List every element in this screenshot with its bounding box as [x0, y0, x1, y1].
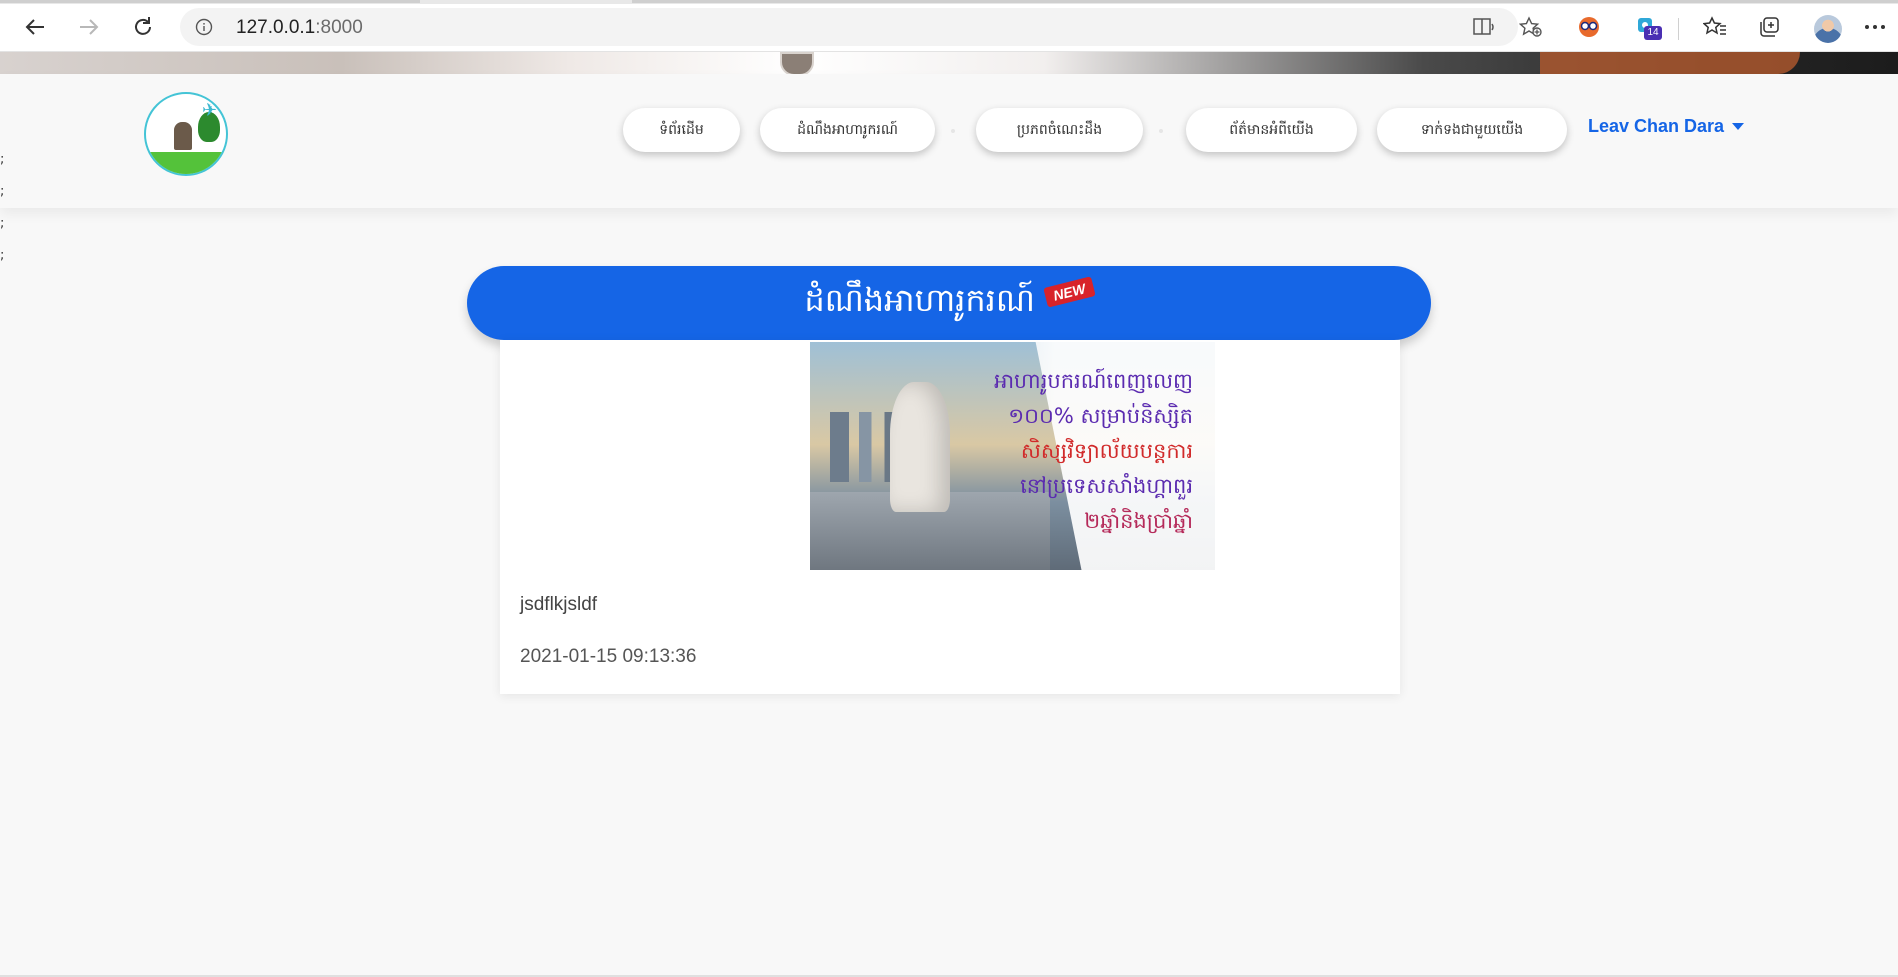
- stray-semicolon: ;: [0, 152, 5, 167]
- more-menu-icon[interactable]: [1858, 10, 1892, 44]
- section-title: ដំណឹងអាហារូករណ៍: [804, 280, 1035, 319]
- post-date: 2021-01-15 09:13:36: [520, 646, 697, 667]
- extension-glasses-icon[interactable]: [1572, 10, 1606, 44]
- url-text: 127.0.0.1:8000: [236, 17, 363, 38]
- nav-contact-label: ទាក់ទងជាមួយយើង: [1420, 121, 1524, 138]
- scholarship-image[interactable]: អាហារូបករណ៍ពេញលេញ ១០០% សម្រាប់និស្សិត សិ…: [810, 342, 1215, 570]
- nav-scholarship-label: ដំណឹងអាហារូករណ៍: [797, 121, 898, 138]
- extension-badge: 14: [1644, 26, 1662, 40]
- profile-avatar[interactable]: [1814, 15, 1842, 43]
- image-statue: [890, 382, 950, 512]
- stray-text: ; ; ; ;: [0, 144, 4, 272]
- stray-semicolon: ;: [0, 216, 5, 231]
- nav-separator: [1159, 129, 1163, 133]
- stray-semicolon: ;: [0, 184, 5, 199]
- nav-knowledge-sources[interactable]: ប្រភពចំណេះដឹង: [976, 108, 1143, 152]
- caret-down-icon: [1732, 122, 1745, 130]
- logo-grass: [146, 152, 226, 174]
- tab-edge-active[interactable]: [632, 0, 1898, 3]
- new-badge: NEW: [1043, 276, 1096, 308]
- header-background-image: [0, 52, 1898, 74]
- nav-about-us[interactable]: ព័ត៌មានអំពីយើង: [1186, 108, 1357, 152]
- back-arrow-icon[interactable]: [18, 10, 52, 44]
- add-favorite-icon[interactable]: [1516, 12, 1546, 42]
- section-header: ដំណឹងអាហារូករណ៍ NEW: [467, 266, 1431, 340]
- nav-knowledge-label: ប្រភពចំណេះដឹង: [1016, 121, 1103, 138]
- scholarship-card[interactable]: អាហារូបករណ៍ពេញលេញ ១០០% សម្រាប់និស្សិត សិ…: [500, 340, 1400, 694]
- promo-line: ១០០% សម្រាប់និស្សិត: [1008, 404, 1193, 428]
- stray-semicolon: ;: [0, 248, 5, 263]
- site-navbar: ✈ ទំព័រដើម ដំណឹងអាហារូករណ៍ ប្រភពចំណេះដឹង…: [0, 74, 1898, 208]
- nav-home[interactable]: ទំព័រដើម: [623, 108, 740, 152]
- info-icon[interactable]: [194, 17, 214, 37]
- promo-line: នៅប្រទេសសាំងហ្គាពួរ: [1020, 474, 1193, 498]
- promo-line: អាហារូបករណ៍ពេញលេញ: [994, 369, 1193, 393]
- favorites-icon[interactable]: [1698, 10, 1732, 44]
- toolbar-divider: [1678, 18, 1679, 40]
- promo-line: សិស្សវិទ្យាល័យបន្តការ: [1020, 439, 1193, 463]
- user-name: Leav Chan Dara: [1588, 115, 1725, 136]
- nav-separator: [951, 129, 955, 133]
- hero-shape: [1540, 52, 1800, 74]
- nav-home-label: ទំព័រដើម: [659, 121, 704, 138]
- site-logo[interactable]: ✈: [144, 92, 228, 176]
- extension-counter-icon[interactable]: 14: [1630, 10, 1664, 44]
- browser-toolbar: 127.0.0.1:8000 14: [0, 4, 1898, 52]
- nav-contact-us[interactable]: ទាក់ទងជាមួយយើង: [1377, 108, 1567, 152]
- refresh-icon[interactable]: [126, 10, 160, 44]
- user-dropdown[interactable]: Leav Chan Dara: [1588, 114, 1745, 138]
- logo-plane-icon: ✈: [202, 100, 218, 121]
- tab-edge[interactable]: [0, 0, 420, 3]
- promo-line: ២ឆ្នាំនិងប្រាំឆ្នាំ: [1084, 509, 1193, 533]
- forward-arrow-icon[interactable]: [72, 10, 106, 44]
- post-text: jsdflkjsldf: [520, 594, 598, 615]
- nav-scholarship-news[interactable]: ដំណឹងអាហារូករណ៍: [760, 108, 935, 152]
- image-promo-text: អាហារូបករណ៍ពេញលេញ ១០០% សម្រាប់និស្សិត សិ…: [994, 364, 1193, 539]
- logo-person: [174, 122, 192, 150]
- read-aloud-icon[interactable]: [1470, 12, 1500, 42]
- address-bar[interactable]: 127.0.0.1:8000: [180, 8, 1542, 46]
- collections-icon[interactable]: [1752, 10, 1786, 44]
- hero-watch-shape: [780, 52, 814, 74]
- nav-about-label: ព័ត៌មានអំពីយើង: [1229, 121, 1314, 138]
